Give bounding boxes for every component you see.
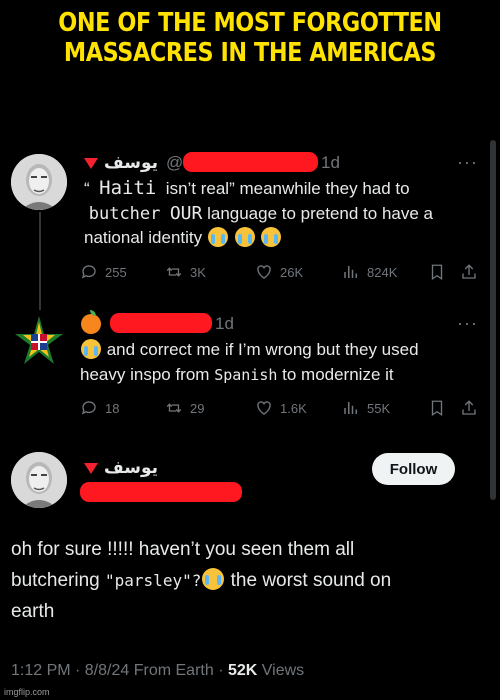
tweet2-text: and correct me if I’m wrong but they use… xyxy=(80,338,419,387)
views-icon xyxy=(344,266,357,278)
retweet-button[interactable]: 3K xyxy=(165,263,206,281)
author-name[interactable]: يوسف xyxy=(104,153,158,173)
author-handle[interactable]: @ xyxy=(166,153,183,173)
text-line1: isn’t real” meanwhile they had to xyxy=(161,179,410,198)
follow-button[interactable]: Follow xyxy=(372,453,455,485)
bookmark-button[interactable] xyxy=(428,263,453,281)
tweet1-actions: 255 3K 26K 824K xyxy=(80,261,480,283)
redacted-handle xyxy=(80,482,242,502)
emblem-icon xyxy=(15,316,63,364)
crying-emoji-icon xyxy=(81,339,101,359)
bookmark-icon xyxy=(431,400,443,417)
views-count: 55K xyxy=(367,400,391,416)
author-name[interactable]: يوسف xyxy=(104,458,158,478)
tweet3-header: يوسف xyxy=(84,458,158,478)
tweet1-header: يوسف @ xyxy=(84,153,183,173)
reply-button[interactable]: 18 xyxy=(80,399,119,417)
caption-line-1: ONE OF THE MOST FORGOTTEN xyxy=(58,8,442,38)
text-butcher: butcher xyxy=(88,203,161,224)
red-triangle-icon xyxy=(84,157,98,169)
tweet2-actions: 18 29 1.6K 55K xyxy=(80,397,480,419)
share-icon xyxy=(462,264,476,279)
tweet-time[interactable]: 1d xyxy=(215,314,234,334)
reply-button[interactable]: 255 xyxy=(80,263,127,281)
bookmark-icon xyxy=(431,264,443,281)
meta-views-count: 52K xyxy=(227,662,258,679)
retweet-button[interactable]: 29 xyxy=(165,399,204,417)
text-line2a: heavy inspo from xyxy=(80,364,215,384)
tweet-time[interactable]: 1d xyxy=(321,153,340,173)
caption-line-2: MASSACRES IN THE AMERICAS xyxy=(63,38,437,68)
retweet-count: 3K xyxy=(190,264,206,280)
red-triangle-icon xyxy=(84,462,98,474)
text-line1: oh for sure !!!!! haven’t you seen them … xyxy=(11,539,355,560)
avatar-image xyxy=(11,452,67,508)
avatar[interactable] xyxy=(11,314,67,370)
watermark: imgflip.com xyxy=(4,687,50,697)
orange-emoji-icon xyxy=(81,310,101,334)
scrollbar[interactable] xyxy=(490,140,496,500)
share-icon xyxy=(462,400,476,415)
text-line2b: the worst sound on xyxy=(225,570,392,591)
reply-count: 18 xyxy=(105,400,120,416)
text-haiti: Haiti xyxy=(99,177,157,199)
meme-caption: ONE OF THE MOST FORGOTTEN MASSACRES IN T… xyxy=(35,8,465,68)
like-button[interactable]: 26K xyxy=(255,263,303,281)
views-icon xyxy=(344,402,357,414)
avatar[interactable] xyxy=(11,452,67,508)
avatar[interactable] xyxy=(11,154,67,210)
text-line1: and correct me if I’m wrong but they use… xyxy=(102,340,419,359)
like-count: 26K xyxy=(280,264,304,280)
like-count: 1.6K xyxy=(280,400,307,416)
text-line2a: butchering xyxy=(11,570,106,591)
redacted-handle xyxy=(183,152,318,172)
crying-emoji-icon xyxy=(234,227,255,247)
tweet1-text: “ Haiti isn’t real” meanwhile they had t… xyxy=(84,176,433,251)
more-options-icon[interactable]: ··· xyxy=(457,313,478,334)
share-button[interactable] xyxy=(460,263,485,281)
text-line2b: to modernize it xyxy=(277,364,394,384)
views-count: 824K xyxy=(367,264,398,280)
text-line3: national identity xyxy=(84,228,203,247)
text-parsley: "parsley"? xyxy=(105,571,202,590)
more-options-icon[interactable]: ··· xyxy=(457,152,478,173)
tweet-meta: 1:12 PM · 8/8/24 From Earth · 52K Views xyxy=(11,662,304,680)
tweet2-header xyxy=(81,310,101,334)
meta-views-label: Views xyxy=(257,662,305,679)
heart-icon xyxy=(257,401,271,415)
bookmark-button[interactable] xyxy=(428,399,453,417)
text-line2: language to pretend to have a xyxy=(202,203,433,223)
text-spanish: Spanish xyxy=(214,365,278,384)
meta-time[interactable]: 1:12 PM · 8/8/24 From Earth · xyxy=(11,662,228,679)
text-our: OUR xyxy=(169,202,203,224)
retweet-icon xyxy=(166,403,182,413)
crying-emoji-icon xyxy=(261,227,282,247)
redacted-name xyxy=(110,313,212,333)
tweet3-text: oh for sure !!!!! haven’t you seen them … xyxy=(11,534,391,627)
views-button[interactable]: 55K xyxy=(342,399,390,417)
reply-icon xyxy=(81,265,96,279)
views-button[interactable]: 824K xyxy=(342,263,397,281)
crying-emoji-icon xyxy=(202,568,225,590)
heart-icon xyxy=(257,265,271,279)
retweet-count: 29 xyxy=(190,400,205,416)
retweet-icon xyxy=(166,267,182,277)
share-button[interactable] xyxy=(460,399,485,417)
thread-line xyxy=(39,212,41,310)
crying-emoji-icon xyxy=(207,227,228,247)
reply-count: 255 xyxy=(105,264,127,280)
reply-icon xyxy=(81,401,96,415)
avatar-image xyxy=(11,154,67,210)
text-line3: earth xyxy=(11,601,55,622)
text-quote: “ xyxy=(84,179,90,198)
like-button[interactable]: 1.6K xyxy=(255,399,307,417)
